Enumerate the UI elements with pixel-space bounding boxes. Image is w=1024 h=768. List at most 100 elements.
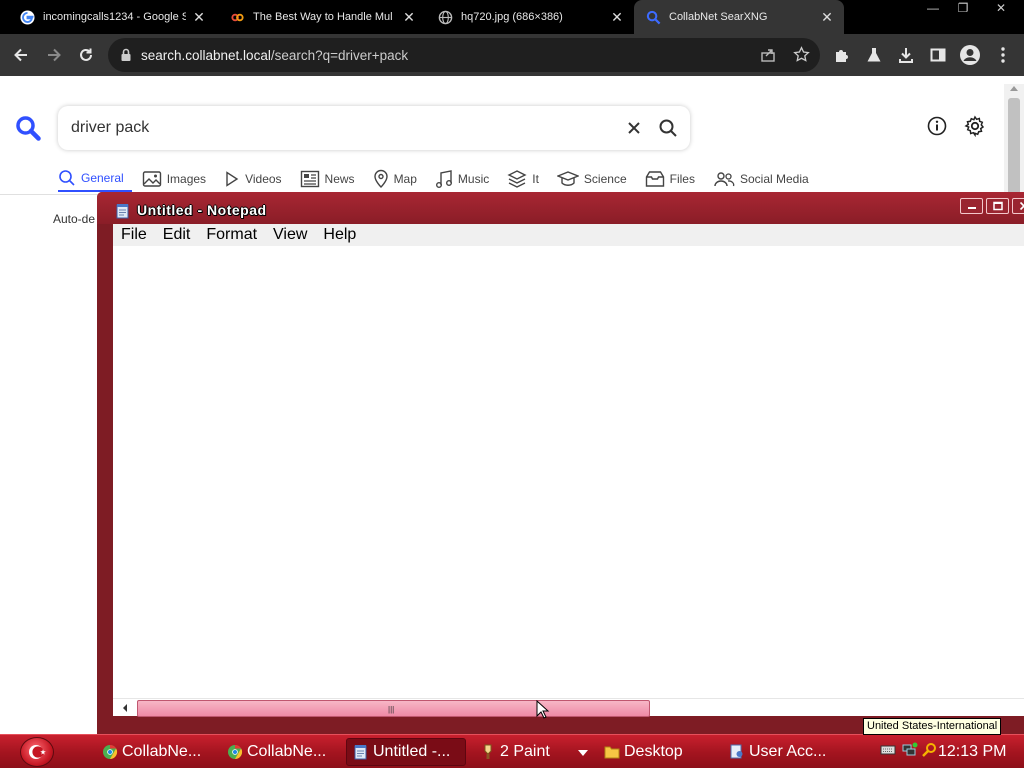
start-button[interactable] [20, 737, 54, 767]
labs-flask-icon[interactable] [861, 42, 887, 68]
tab-general[interactable]: General [58, 166, 132, 192]
search-input[interactable] [71, 116, 611, 140]
taskbar-item-paint[interactable]: 2 Paint [480, 738, 550, 766]
notepad-text-area[interactable] [113, 246, 1024, 698]
searxng-logo-icon[interactable] [14, 114, 42, 147]
network-icon[interactable] [902, 742, 918, 763]
extensions-puzzle-icon[interactable] [829, 42, 855, 68]
search-box [58, 106, 690, 150]
reload-icon[interactable] [73, 42, 99, 68]
browser-tab-1[interactable]: The Best Way to Handle Mul ✕ [216, 0, 426, 34]
notepad-minimize-button[interactable] [960, 198, 983, 214]
minimize-icon [967, 207, 976, 209]
search-submit-icon[interactable] [658, 118, 678, 138]
language-tooltip: United States-International [863, 718, 1002, 735]
tab-music[interactable]: Music [435, 166, 497, 192]
menu-view[interactable]: View [265, 226, 315, 244]
group-dropdown-icon[interactable] [578, 750, 588, 756]
taskbar-item-desktop[interactable]: Desktop [604, 738, 683, 766]
taskbar-label: Untitled -... [373, 743, 451, 760]
tab-title: CollabNet SearXNG [669, 11, 768, 23]
search-icon [59, 170, 75, 186]
browser-tab-strip: incomingcalls1234 - Google Sl ✕ The Best… [0, 0, 1024, 34]
tab-label: Images [166, 172, 207, 186]
taskbar-item-notepad[interactable]: Untitled -... [346, 738, 466, 766]
forward-arrow-icon[interactable] [41, 42, 67, 68]
taskbar-clock[interactable]: 12:13 PM [938, 743, 1006, 761]
tab-label: Science [583, 172, 627, 186]
tab-label: General [81, 171, 124, 185]
restore-icon[interactable]: ❐ [948, 0, 978, 17]
clear-search-icon[interactable] [624, 118, 644, 138]
tab-label: News [324, 172, 355, 186]
chrome-icon [227, 744, 243, 760]
notepad-title: Untitled - Notepad [137, 202, 267, 218]
back-arrow-icon[interactable] [8, 42, 34, 68]
bookmark-star-icon[interactable] [793, 46, 810, 68]
url-text: search.collabnet.local/search?q=driver+p… [141, 48, 408, 63]
notepad-maximize-button[interactable] [986, 198, 1009, 214]
tab-news[interactable]: News [300, 166, 363, 192]
url-host: search.collabnet.local [141, 48, 271, 63]
chrome-icon [102, 744, 118, 760]
taskbar-label: 2 Paint [500, 743, 550, 760]
close-tab-icon[interactable]: ✕ [820, 9, 834, 26]
menu-file[interactable]: File [113, 226, 155, 244]
taskbar-item-chrome-1[interactable]: CollabNe... [102, 738, 201, 766]
menu-edit[interactable]: Edit [155, 226, 199, 244]
close-window-icon[interactable]: ✕ [978, 0, 1024, 17]
folder-icon [604, 744, 620, 760]
notepad-close-button[interactable] [1012, 198, 1024, 214]
minimize-icon[interactable]: — [918, 0, 948, 17]
close-tab-icon[interactable]: ✕ [192, 9, 206, 26]
close-tab-icon[interactable]: ✕ [610, 9, 624, 26]
menu-format[interactable]: Format [198, 226, 265, 244]
tab-it[interactable]: It [507, 166, 547, 192]
share-icon[interactable] [760, 47, 776, 68]
tab-images[interactable]: Images [142, 166, 214, 192]
play-icon [226, 171, 239, 187]
settings-gear-icon[interactable] [964, 115, 986, 142]
menu-help[interactable]: Help [315, 226, 364, 244]
tab-social-media[interactable]: Social Media [713, 166, 817, 192]
tab-label: Map [393, 172, 417, 186]
scroll-left-icon[interactable] [123, 704, 127, 712]
user-accounts-icon [729, 744, 745, 760]
search-icon [646, 10, 661, 25]
profile-avatar-icon[interactable] [957, 42, 983, 68]
layers-icon [507, 170, 527, 188]
info-icon[interactable] [927, 116, 947, 141]
notepad-titlebar[interactable]: Untitled - Notepad [97, 192, 1024, 224]
maximize-icon [992, 201, 1003, 211]
taskbar-item-user-accounts[interactable]: User Acc... [729, 738, 826, 766]
google-icon [20, 9, 35, 25]
map-pin-icon [373, 169, 388, 188]
archive-icon [645, 171, 664, 187]
taskbar-label: Desktop [624, 743, 683, 760]
notepad-icon [353, 744, 369, 760]
taskbar-label: User Acc... [749, 743, 827, 760]
browser-tab-0[interactable]: incomingcalls1234 - Google Sl ✕ [0, 0, 216, 34]
taskbar-label: CollabNe... [122, 743, 202, 760]
browser-tab-3-active[interactable]: CollabNet SearXNG ✕ [634, 0, 844, 34]
browser-tab-2[interactable]: hq720.jpg (686×386) ✕ [426, 0, 634, 34]
more-menu-icon[interactable] [990, 42, 1016, 68]
tab-files[interactable]: Files [645, 166, 703, 192]
address-bar[interactable]: search.collabnet.local/search?q=driver+p… [108, 38, 820, 72]
search-tray-icon[interactable] [921, 742, 937, 763]
tab-science[interactable]: Science [556, 166, 635, 192]
tab-map[interactable]: Map [373, 166, 425, 192]
download-icon[interactable] [893, 42, 919, 68]
category-tabs: General Images Videos News Map Music It [58, 166, 827, 194]
keyboard-icon[interactable] [880, 743, 896, 761]
taskbar-item-chrome-2[interactable]: CollabNe... [227, 738, 326, 766]
lock-icon[interactable] [120, 48, 132, 67]
close-tab-icon[interactable]: ✕ [402, 9, 416, 26]
scrollbar-thumb[interactable] [1008, 98, 1020, 198]
close-icon [1019, 201, 1024, 211]
scroll-up-icon[interactable] [1010, 86, 1018, 91]
tab-videos[interactable]: Videos [224, 166, 289, 192]
notepad-horizontal-scrollbar[interactable]: ||| [113, 698, 1024, 717]
side-panel-icon[interactable] [925, 42, 951, 68]
scrollbar-thumb[interactable]: ||| [137, 700, 650, 717]
